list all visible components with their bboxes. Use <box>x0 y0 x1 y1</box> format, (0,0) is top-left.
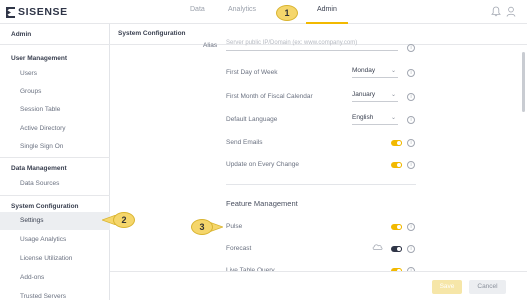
sidebar-item-settings[interactable]: Settings <box>0 212 110 230</box>
callout-3-number: 3 <box>199 222 205 232</box>
alias-label: Alias <box>203 42 218 49</box>
callout-3: 3 <box>191 219 213 235</box>
bell-icon[interactable] <box>491 6 501 17</box>
footer-bar <box>110 271 527 300</box>
sidebar-item-session-table[interactable]: Session Table <box>0 101 110 119</box>
logo-text: SISENSE <box>18 6 68 18</box>
chevron-down-icon: ⌄ <box>390 68 396 74</box>
info-icon[interactable]: i <box>407 69 415 77</box>
callout-1: 1 <box>276 5 298 21</box>
sisense-logo-icon <box>6 6 15 18</box>
info-icon[interactable]: i <box>407 116 415 124</box>
toggle-knob <box>396 140 402 146</box>
save-button[interactable]: Save <box>432 280 462 294</box>
sidebar-item-single-sign-on[interactable]: Single Sign On <box>0 138 110 156</box>
info-icon[interactable]: i <box>407 245 415 253</box>
first-day-of-week-label: First Day of Week <box>226 69 278 76</box>
toggle-knob <box>396 246 402 252</box>
sidebar-divider <box>0 195 110 196</box>
cancel-button[interactable]: Cancel <box>469 280 506 294</box>
callout-2: 2 <box>113 212 135 228</box>
send-emails-label: Send Emails <box>226 139 263 146</box>
forecast-label: Forecast <box>226 245 252 252</box>
chevron-down-icon: ⌄ <box>390 92 396 98</box>
sidebar-item-usage-analytics[interactable]: Usage Analytics <box>0 231 110 249</box>
sidebar-section-system-configuration: System Configuration <box>11 203 79 210</box>
default-language-select[interactable]: English ⌄ <box>352 114 398 125</box>
callout-1-number: 1 <box>284 8 290 18</box>
sidebar-item-users[interactable]: Users <box>0 65 110 83</box>
toggle-knob <box>396 224 402 230</box>
info-icon[interactable]: i <box>407 223 415 231</box>
info-icon[interactable]: i <box>407 161 415 169</box>
sidebar-item-license-utilization[interactable]: License Utilization <box>0 250 110 268</box>
pulse-label: Pulse <box>226 223 243 230</box>
sidebar-item-active-directory[interactable]: Active Directory <box>0 120 110 138</box>
sidebar-title: Admin <box>0 24 110 45</box>
sidebar: Admin User Management Users Groups Sessi… <box>0 24 110 300</box>
toggle-knob <box>396 162 402 168</box>
first-day-of-week-value: Monday <box>352 67 376 74</box>
sidebar-item-data-sources[interactable]: Data Sources <box>0 175 110 193</box>
first-month-fiscal-value: January <box>352 91 376 98</box>
info-icon[interactable]: i <box>407 93 415 101</box>
logo[interactable]: SISENSE <box>6 6 68 18</box>
default-language-value: English <box>352 114 374 121</box>
top-bar: SISENSE Data Analytics Admin <box>0 0 527 24</box>
chevron-down-icon: ⌄ <box>390 115 396 121</box>
sidebar-item-add-ons[interactable]: Add-ons <box>0 269 110 287</box>
callout-2-number: 2 <box>121 215 127 225</box>
nav-admin[interactable]: Admin <box>317 6 337 13</box>
sidebar-item-trusted-servers[interactable]: Trusted Servers <box>0 288 110 300</box>
first-month-fiscal-label: First Month of Fiscal Calendar <box>226 93 313 100</box>
default-language-label: Default Language <box>226 116 278 123</box>
nav-data[interactable]: Data <box>190 6 205 13</box>
section-divider <box>226 184 416 185</box>
send-emails-toggle[interactable] <box>391 140 402 146</box>
scroll-thumb[interactable] <box>522 52 525 112</box>
first-month-fiscal-select[interactable]: January ⌄ <box>352 91 398 102</box>
info-icon[interactable]: i <box>407 139 415 147</box>
sidebar-section-data-management: Data Management <box>11 165 67 172</box>
info-icon[interactable]: i <box>407 44 415 52</box>
user-icon[interactable] <box>506 6 516 17</box>
pulse-toggle[interactable] <box>391 224 402 230</box>
forecast-toggle[interactable] <box>391 246 402 252</box>
scrollbar[interactable] <box>522 46 525 268</box>
update-on-every-change-toggle[interactable] <box>391 162 402 168</box>
alias-input[interactable]: Server public IP/Domain (ex: www.company… <box>226 40 398 51</box>
first-day-of-week-select[interactable]: Monday ⌄ <box>352 67 398 78</box>
update-on-every-change-label: Update on Every Change <box>226 161 299 168</box>
cloud-icon <box>372 244 383 250</box>
feature-management-title: Feature Management <box>226 199 298 208</box>
sidebar-divider <box>0 157 110 158</box>
nav-analytics[interactable]: Analytics <box>228 6 256 13</box>
sidebar-item-groups[interactable]: Groups <box>0 83 110 101</box>
sidebar-section-user-management: User Management <box>11 55 67 62</box>
